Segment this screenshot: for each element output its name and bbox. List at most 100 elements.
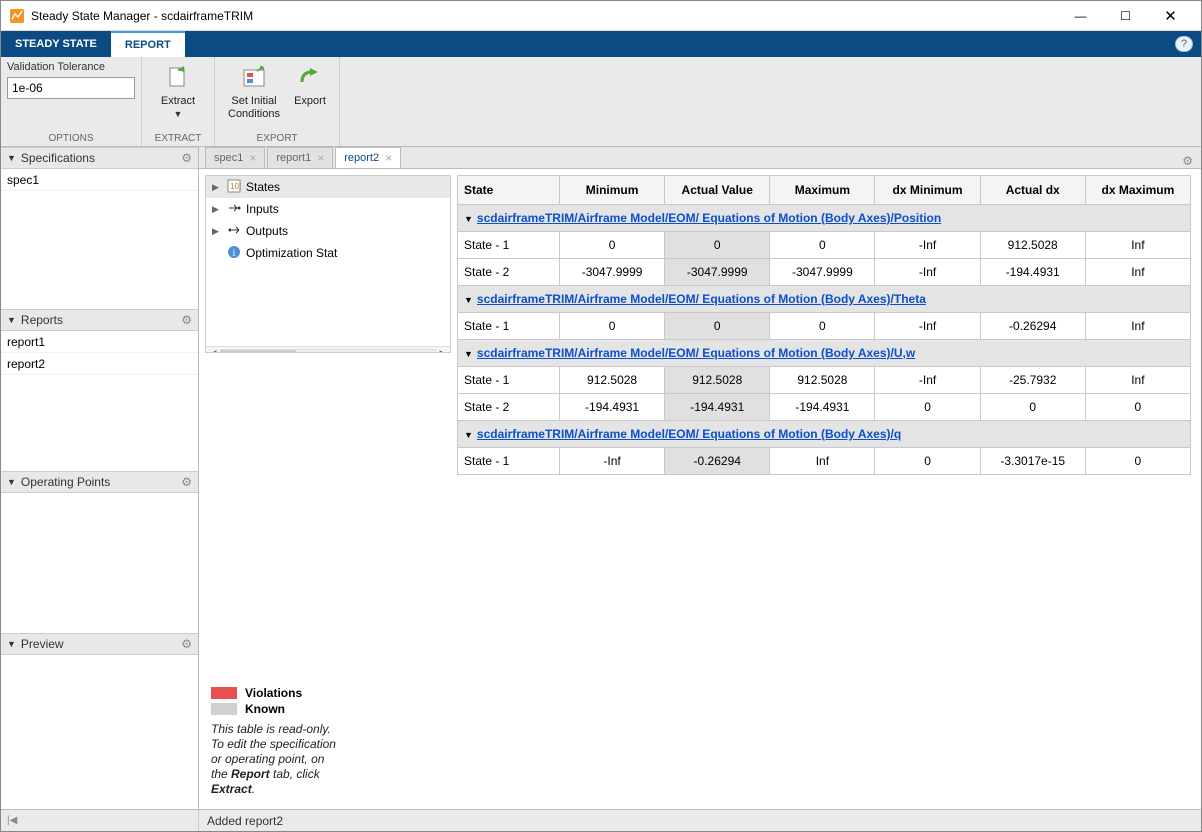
close-button[interactable]: ✕ [1148,1,1193,31]
inputs-icon [226,201,242,218]
report-item[interactable]: report1 [1,331,198,353]
table-header: dx Minimum [875,176,980,205]
tree-hscroll[interactable]: ◀ ▶ [206,346,450,353]
tab-report[interactable]: REPORT [111,31,185,57]
table-row: State - 1000-Inf-0.26294Inf [458,313,1191,340]
actual-value: -0.26294 [665,448,770,475]
close-icon[interactable]: × [249,151,256,165]
group-row[interactable]: ▼scdairframeTRIM/Airframe Model/EOM/ Equ… [458,340,1191,367]
svg-text:101: 101 [230,182,241,191]
state-label: State - 1 [458,367,560,394]
gear-icon[interactable]: ⚙ [181,151,192,165]
status-message: Added report2 [199,814,1201,828]
tabs-gear-icon[interactable]: ⚙ [1182,154,1193,168]
actual-value: 0 [665,313,770,340]
expand-icon: ▶ [212,226,222,237]
operating-points-header[interactable]: ▼ Operating Points ⚙ [1,471,198,493]
tree-states[interactable]: ▶ 101 States [206,176,450,198]
initial-conditions-icon [239,63,269,93]
tolerance-input[interactable] [7,77,135,99]
collapse-icon: ▼ [464,295,473,305]
reports-list: report1report2 [1,331,198,471]
table-header: dx Maximum [1085,176,1190,205]
collapse-icon: ▼ [7,639,16,649]
tree-inputs[interactable]: ▶ Inputs [206,198,450,220]
preview-body [1,655,198,809]
status-nav-first-icon[interactable]: |◀ [7,815,17,826]
export-button[interactable]: Export [287,61,333,108]
state-label: State - 1 [458,448,560,475]
close-icon[interactable]: × [385,151,392,165]
doc-tab[interactable]: spec1× [205,147,265,168]
nav-tree: ▶ 101 States ▶ Inputs [205,175,451,353]
report-item[interactable]: report2 [1,353,198,375]
content-area: ▼ Specifications ⚙ spec1 ▼ Reports ⚙ rep… [1,147,1201,809]
table-row: State - 1912.5028912.5028912.5028-Inf-25… [458,367,1191,394]
report-table-container: StateMinimumActual ValueMaximumdx Minimu… [451,169,1201,809]
group-link[interactable]: scdairframeTRIM/Airframe Model/EOM/ Equa… [477,346,915,360]
preview-header[interactable]: ▼ Preview ⚙ [1,633,198,655]
chevron-down-icon: ▼ [174,109,183,119]
operating-points-list [1,493,198,633]
extract-button[interactable]: Extract ▼ [148,61,208,119]
table-row: State - 2-3047.9999-3047.9999-3047.9999-… [458,259,1191,286]
specifications-list: spec1 [1,169,198,309]
readonly-note: This table is read-only. To edit the spe… [211,722,341,797]
expand-icon: ▶ [212,182,222,193]
tree-optimization[interactable]: i Optimization Stat [206,242,450,264]
window-title: Steady State Manager - scdairframeTRIM [31,9,1058,23]
table-row: State - 1-Inf-0.26294Inf0-3.3017e-150 [458,448,1191,475]
table-header: Actual dx [980,176,1085,205]
export-icon [295,63,325,93]
collapse-icon: ▼ [7,315,16,325]
maximize-button[interactable]: ☐ [1103,1,1148,31]
app-icon [9,8,25,24]
legend: Violations Known This table is read-only… [205,680,451,803]
known-swatch [211,703,237,715]
group-extract: Extract ▼ EXTRACT [142,57,215,146]
state-label: State - 2 [458,394,560,421]
gear-icon[interactable]: ⚙ [181,475,192,489]
collapse-icon: ▼ [464,214,473,224]
tab-steady-state[interactable]: STEADY STATE [1,31,111,57]
group-row[interactable]: ▼ scdairframeTRIM/Airframe Model/EOM/ Equ… [458,205,1191,232]
actual-value: -3047.9999 [665,259,770,286]
report-table: StateMinimumActual ValueMaximumdx Minimu… [457,175,1191,475]
states-icon: 101 [226,179,242,196]
doc-tab[interactable]: report2× [335,147,401,168]
collapse-icon: ▼ [464,430,473,440]
table-header: Maximum [770,176,875,205]
ribbon-tabs: STEADY STATE REPORT ? [1,31,1201,57]
main-area: spec1×report1×report2× ⚙ ▶ 101 States [199,147,1201,809]
status-bar: |◀ Added report2 [1,809,1201,831]
actual-value: 912.5028 [665,367,770,394]
group-row[interactable]: ▼ scdairframeTRIM/Airframe Model/EOM/ Equ… [458,286,1191,313]
table-header-row: StateMinimumActual ValueMaximumdx Minimu… [458,176,1191,205]
table-header: State [458,176,560,205]
document-tabs: spec1×report1×report2× ⚙ [199,147,1201,169]
table-row: State - 2-194.4931-194.4931-194.4931000 [458,394,1191,421]
group-link[interactable]: scdairframeTRIM/Airframe Model/EOM/ Equa… [477,211,941,225]
minimize-button[interactable]: — [1058,1,1103,31]
specifications-header[interactable]: ▼ Specifications ⚙ [1,147,198,169]
group-row[interactable]: ▼ scdairframeTRIM/Airframe Model/EOM/ Equ… [458,421,1191,448]
violations-swatch [211,687,237,699]
close-icon[interactable]: × [317,151,324,165]
doc-tab[interactable]: report1× [267,147,333,168]
actual-value: 0 [665,232,770,259]
reports-header[interactable]: ▼ Reports ⚙ [1,309,198,331]
set-initial-conditions-button[interactable]: Set Initial Conditions [221,61,287,120]
spec-item[interactable]: spec1 [1,169,198,191]
title-bar: Steady State Manager - scdairframeTRIM —… [1,1,1201,31]
group-link[interactable]: scdairframeTRIM/Airframe Model/EOM/ Equa… [477,427,901,441]
group-link[interactable]: scdairframeTRIM/Airframe Model/EOM/ Equa… [477,292,926,306]
expand-icon: ▶ [212,204,222,215]
gear-icon[interactable]: ⚙ [181,313,192,327]
table-header: Actual Value [665,176,770,205]
help-button[interactable]: ? [1167,31,1201,57]
outputs-icon [226,223,242,240]
state-label: State - 1 [458,313,560,340]
tree-outputs[interactable]: ▶ Outputs [206,220,450,242]
gear-icon[interactable]: ⚙ [181,637,192,651]
extract-icon [163,63,193,93]
